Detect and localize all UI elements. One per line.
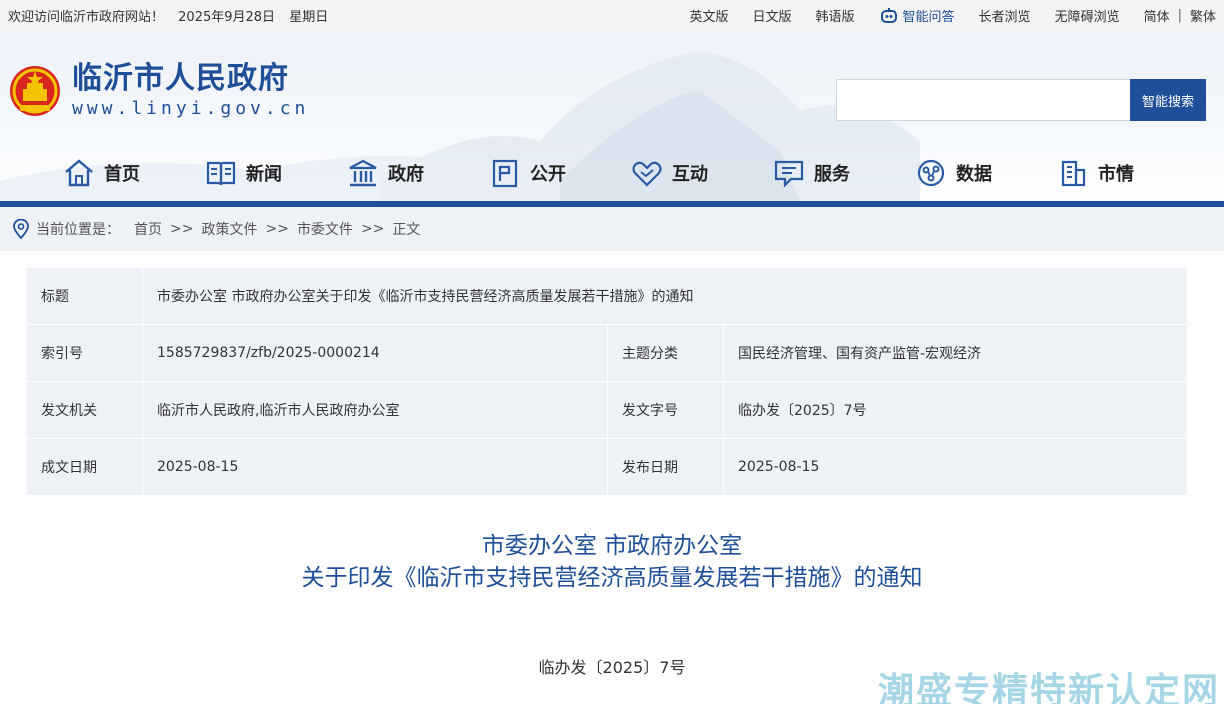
document-title: 市委办公室 市政府办公室 关于印发《临沂市支持民营经济高质量发展若干措施》的通知 bbox=[0, 530, 1224, 594]
brand-text: 临沂市人民政府 www.linyi.gov.cn bbox=[72, 61, 309, 121]
lang-separator: | bbox=[1177, 8, 1182, 23]
top-bar-links: 英文版 日文版 韩语版 智能问答 长者浏览 无障碍浏览 简体 | 繁体 bbox=[665, 6, 1216, 25]
japanese-version-link[interactable]: 日文版 bbox=[753, 6, 792, 25]
top-bar-left: 欢迎访问临沂市政府网站！ 2025年9月28日 星期日 bbox=[8, 6, 338, 25]
nav-item-news[interactable]: 新闻 bbox=[204, 151, 346, 195]
nav-item-city[interactable]: 市情 bbox=[1056, 151, 1198, 195]
nav-label: 数据 bbox=[956, 164, 992, 185]
smart-qa-label: 智能问答 bbox=[902, 10, 955, 25]
nav-label: 互动 bbox=[672, 164, 708, 185]
document-title-line-1: 市委办公室 市政府办公室 bbox=[481, 533, 743, 559]
simplified-chinese-link[interactable]: 简体 bbox=[1144, 6, 1170, 25]
publish-date-value: 2025-08-15 bbox=[723, 438, 1188, 496]
site-brand[interactable]: 临沂市人民政府 www.linyi.gov.cn bbox=[8, 61, 309, 121]
breadcrumb-home[interactable]: 首页 bbox=[134, 219, 162, 239]
date-text: 2025年9月28日 bbox=[178, 10, 276, 25]
nav-label: 新闻 bbox=[246, 164, 282, 185]
index-value: 1585729837/zfb/2025-0000214 bbox=[142, 324, 608, 382]
data-icon bbox=[914, 156, 948, 190]
traditional-chinese-link[interactable]: 繁体 bbox=[1190, 6, 1216, 25]
table-row: 标题 市委办公室 市政府办公室关于印发《临沂市支持民营经济高质量发展若干措施》的… bbox=[26, 267, 1188, 325]
accessible-browse-link[interactable]: 无障碍浏览 bbox=[1055, 6, 1120, 25]
national-emblem-icon bbox=[10, 66, 60, 116]
breadcrumb-current: 正文 bbox=[392, 222, 421, 238]
breadcrumb: 当前位置是： 首页 >> 政策文件 >> 市委文件 >> 正文 bbox=[0, 207, 1224, 251]
nav-label: 政府 bbox=[388, 164, 424, 185]
document-info-table: 标题 市委办公室 市政府办公室关于印发《临沂市支持民营经济高质量发展若干措施》的… bbox=[26, 267, 1188, 496]
written-date-key: 成文日期 bbox=[26, 438, 143, 496]
doc-number-value: 临办发〔2025〕7号 bbox=[723, 381, 1188, 439]
nav-item-service[interactable]: 服务 bbox=[772, 151, 914, 195]
breadcrumb-separator: >> bbox=[265, 221, 289, 237]
nav-item-interaction[interactable]: 互动 bbox=[630, 151, 772, 195]
category-key: 主题分类 bbox=[607, 324, 724, 382]
service-icon bbox=[772, 156, 806, 190]
nav-item-data[interactable]: 数据 bbox=[914, 151, 1056, 195]
english-version-link[interactable]: 英文版 bbox=[689, 6, 728, 25]
location-pin-icon bbox=[13, 219, 29, 239]
table-row: 成文日期 2025-08-15 发布日期 2025-08-15 bbox=[26, 438, 1188, 496]
search-box: 智能搜索 bbox=[836, 79, 1206, 121]
government-icon bbox=[346, 156, 380, 190]
breadcrumb-committee-docs[interactable]: 市委文件 bbox=[297, 219, 353, 239]
site-header: 临沂市人民政府 www.linyi.gov.cn 智能搜索 首页 新闻 政府 公… bbox=[0, 31, 1224, 201]
breadcrumb-label: 当前位置是： bbox=[36, 222, 120, 238]
doc-number-key: 发文字号 bbox=[607, 381, 724, 439]
site-url: www.linyi.gov.cn bbox=[72, 98, 310, 119]
breadcrumb-separator: >> bbox=[360, 221, 385, 237]
nav-item-disclosure[interactable]: 公开 bbox=[488, 151, 630, 195]
title-key: 标题 bbox=[26, 267, 143, 325]
breadcrumb-policy-docs[interactable]: 政策文件 bbox=[201, 219, 257, 239]
welcome-text: 欢迎访问临沂市政府网站！ bbox=[8, 10, 165, 25]
robot-icon bbox=[880, 7, 897, 23]
smart-search-button[interactable]: 智能搜索 bbox=[1130, 79, 1206, 121]
top-bar: 欢迎访问临沂市政府网站！ 2025年9月28日 星期日 英文版 日文版 韩语版 … bbox=[0, 0, 1224, 31]
smart-qa-link[interactable]: 智能问答 bbox=[879, 6, 955, 25]
korean-version-link[interactable]: 韩语版 bbox=[816, 6, 855, 25]
home-icon bbox=[62, 156, 96, 190]
index-key: 索引号 bbox=[26, 324, 143, 382]
site-title: 临沂市人民政府 bbox=[72, 61, 289, 96]
news-icon bbox=[204, 156, 238, 190]
search-input[interactable] bbox=[836, 79, 1130, 121]
main-nav: 首页 新闻 政府 公开 互动 服务 数据 市情 bbox=[0, 151, 1224, 195]
category-value: 国民经济管理、国有资产监管-宏观经济 bbox=[723, 324, 1188, 382]
elder-browse-link[interactable]: 长者浏览 bbox=[979, 6, 1031, 25]
city-icon bbox=[1056, 156, 1090, 190]
publish-date-key: 发布日期 bbox=[607, 438, 724, 496]
disclosure-icon bbox=[488, 156, 522, 190]
nav-label: 首页 bbox=[104, 164, 140, 185]
issuer-value: 临沂市人民政府,临沂市人民政府办公室 bbox=[142, 381, 608, 439]
written-date-value: 2025-08-15 bbox=[142, 438, 608, 496]
issuer-key: 发文机关 bbox=[26, 381, 143, 439]
title-value: 市委办公室 市政府办公室关于印发《临沂市支持民营经济高质量发展若干措施》的通知 bbox=[142, 267, 1188, 325]
nav-label: 市情 bbox=[1098, 164, 1134, 185]
nav-label: 服务 bbox=[814, 164, 850, 185]
document-title-line-2: 关于印发《临沂市支持民营经济高质量发展若干措施》的通知 bbox=[301, 565, 923, 591]
nav-item-home[interactable]: 首页 bbox=[62, 151, 204, 195]
interaction-icon bbox=[630, 156, 664, 190]
nav-label: 公开 bbox=[530, 164, 566, 185]
weekday-text: 星期日 bbox=[289, 10, 329, 25]
breadcrumb-separator: >> bbox=[170, 221, 194, 237]
table-row: 索引号 1585729837/zfb/2025-0000214 主题分类 国民经… bbox=[26, 324, 1188, 382]
nav-item-government[interactable]: 政府 bbox=[346, 151, 488, 195]
watermark: 潮盛专精特新认定网 bbox=[877, 671, 1220, 704]
table-row: 发文机关 临沂市人民政府,临沂市人民政府办公室 发文字号 临办发〔2025〕7号 bbox=[26, 381, 1188, 439]
